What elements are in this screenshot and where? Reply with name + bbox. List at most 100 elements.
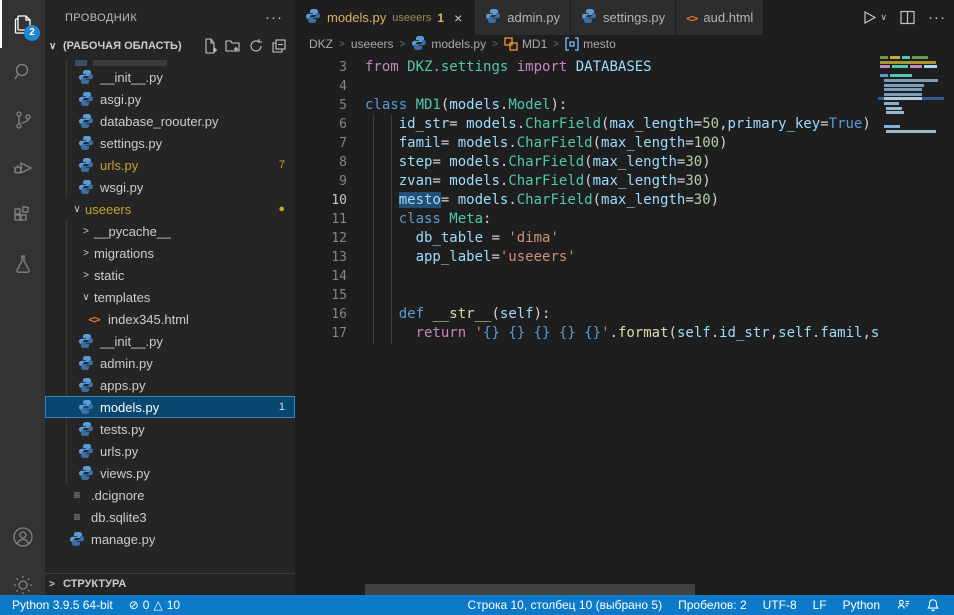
tree-item-manage.py[interactable]: manage.py bbox=[45, 528, 295, 550]
python-interpreter-status[interactable]: Python 3.9.5 64-bit bbox=[4, 595, 121, 615]
line-number[interactable]: 13 bbox=[295, 248, 347, 267]
extensions-icon[interactable] bbox=[0, 192, 45, 240]
new-folder-icon[interactable] bbox=[225, 38, 241, 54]
sidebar-more-icon[interactable]: ··· bbox=[265, 9, 283, 26]
line-number[interactable]: 14 bbox=[295, 267, 347, 286]
feedback-icon[interactable] bbox=[888, 595, 918, 615]
tree-item-tests.py[interactable]: tests.py bbox=[45, 418, 295, 440]
code-line-15[interactable]: 15 bbox=[295, 286, 878, 305]
tree-item-settings.py[interactable]: settings.py bbox=[45, 132, 295, 154]
run-python-file-button[interactable]: ∨ bbox=[861, 9, 887, 26]
code-line-16[interactable]: 16 def __str__(self): bbox=[295, 305, 878, 324]
code-line-13[interactable]: 13 app_label='useeers' bbox=[295, 248, 878, 267]
notifications-bell-icon[interactable] bbox=[918, 595, 948, 615]
minimap-line bbox=[878, 130, 944, 133]
language-mode-status[interactable]: Python bbox=[835, 595, 888, 615]
tree-item-admin.py[interactable]: admin.py bbox=[45, 352, 295, 374]
vscode-window: 2 ПРОВОДНИК ··· bbox=[0, 0, 954, 615]
breadcrumb-item-useeers[interactable]: useeers bbox=[351, 37, 394, 51]
line-number[interactable]: 9 bbox=[295, 172, 347, 191]
line-number[interactable]: 5 bbox=[295, 96, 347, 115]
tree-item-db.sqlite3[interactable]: ≡db.sqlite3 bbox=[45, 506, 295, 528]
tab-settings.py[interactable]: settings.py bbox=[571, 0, 676, 35]
breadcrumb-item-mesto[interactable]: mesto bbox=[565, 37, 616, 51]
code-line-5[interactable]: 5class MD1(models.Model): bbox=[295, 96, 878, 115]
tree-item-static[interactable]: >static bbox=[45, 264, 295, 286]
tree-item-.dcignore[interactable]: ≡.dcignore bbox=[45, 484, 295, 506]
run-and-debug-icon[interactable] bbox=[0, 144, 45, 192]
tree-item-urls.py[interactable]: urls.py bbox=[45, 440, 295, 462]
tree-item-asgi.py[interactable]: asgi.py bbox=[45, 88, 295, 110]
tab-admin.py[interactable]: admin.py bbox=[475, 0, 571, 35]
source-control-icon[interactable] bbox=[0, 96, 45, 144]
tree-item-useeers[interactable]: ∨useeers● bbox=[45, 198, 295, 220]
code-line-10[interactable]: 10 mesto= models.CharField(max_length=30… bbox=[295, 191, 878, 210]
testing-icon[interactable] bbox=[0, 240, 45, 288]
tab-aud.html[interactable]: <>aud.html bbox=[676, 0, 764, 35]
outline-section-header[interactable]: > СТРУКТУРА bbox=[45, 573, 295, 594]
search-icon[interactable] bbox=[0, 48, 45, 96]
line-number[interactable]: 15 bbox=[295, 286, 347, 305]
workspace-section-header[interactable]: ∨ (РАБОЧАЯ ОБЛАСТЬ) ... bbox=[45, 35, 295, 57]
refresh-icon[interactable] bbox=[248, 38, 264, 54]
minimap-line bbox=[878, 125, 944, 128]
code-line-9[interactable]: 9 zvan= models.CharField(max_length=30) bbox=[295, 172, 878, 191]
tree-item-wsgi.py[interactable]: wsgi.py bbox=[45, 176, 295, 198]
code-line-14[interactable]: 14 bbox=[295, 267, 878, 286]
tree-item-views.py[interactable]: views.py bbox=[45, 462, 295, 484]
minimap[interactable] bbox=[878, 53, 944, 153]
line-number[interactable]: 7 bbox=[295, 134, 347, 153]
line-number[interactable]: 16 bbox=[295, 305, 347, 324]
chevron-right-icon[interactable]: > bbox=[78, 270, 94, 281]
tree-item-__init__.py[interactable]: __init__.py bbox=[45, 330, 295, 352]
tree-item-templates[interactable]: ∨templates bbox=[45, 286, 295, 308]
tree-item-index345.html[interactable]: <>index345.html bbox=[45, 308, 295, 330]
tab-models.py[interactable]: models.pyuseeers1× bbox=[295, 0, 475, 35]
code-line-7[interactable]: 7 famil= models.CharField(max_length=100… bbox=[295, 134, 878, 153]
breadcrumb-item-MD1[interactable]: MD1 bbox=[504, 37, 547, 51]
horizontal-scrollbar[interactable] bbox=[365, 584, 695, 595]
code-line-6[interactable]: 6 id_str= models.CharField(max_length=50… bbox=[295, 115, 878, 134]
code-line-17[interactable]: 17 return '{} {} {} {} {}'.format(self.i… bbox=[295, 324, 878, 343]
editor-more-icon[interactable]: ··· bbox=[928, 9, 946, 26]
line-number[interactable]: 6 bbox=[295, 115, 347, 134]
indentation-status[interactable]: Пробелов: 2 bbox=[670, 595, 755, 615]
line-number[interactable]: 4 bbox=[295, 77, 347, 96]
tree-item-migrations[interactable]: >migrations bbox=[45, 242, 295, 264]
collapse-folders-icon[interactable] bbox=[271, 38, 287, 54]
line-number[interactable]: 12 bbox=[295, 229, 347, 248]
split-editor-icon[interactable] bbox=[899, 9, 916, 26]
tree-item-urls.py[interactable]: urls.py7 bbox=[45, 154, 295, 176]
chevron-down-icon[interactable]: ∨ bbox=[69, 204, 85, 215]
tree-item-__init__.py[interactable]: __init__.py bbox=[45, 66, 295, 88]
cursor-position-status[interactable]: Строка 10, столбец 10 (выбрано 5) bbox=[459, 595, 670, 615]
code-line-11[interactable]: 11 class Meta: bbox=[295, 210, 878, 229]
line-number[interactable]: 3 bbox=[295, 58, 347, 77]
explorer-icon[interactable]: 2 bbox=[0, 0, 45, 48]
code-line-4[interactable]: 4 bbox=[295, 77, 878, 96]
close-tab-icon[interactable]: × bbox=[452, 10, 464, 26]
line-number[interactable]: 8 bbox=[295, 153, 347, 172]
breadcrumb-item-DKZ[interactable]: DKZ bbox=[309, 37, 333, 51]
code-line-3[interactable]: 3from DKZ.settings import DATABASES bbox=[295, 58, 878, 77]
tree-item-__pycache__[interactable]: >__pycache__ bbox=[45, 220, 295, 242]
tree-item-apps.py[interactable]: apps.py bbox=[45, 374, 295, 396]
line-number[interactable]: 10 bbox=[295, 191, 347, 210]
chevron-right-icon[interactable]: > bbox=[78, 248, 94, 259]
line-number[interactable]: 11 bbox=[295, 210, 347, 229]
breadcrumb-item-models.py[interactable]: models.py bbox=[411, 35, 486, 54]
code-line-12[interactable]: 12 db_table = 'dima' bbox=[295, 229, 878, 248]
new-file-icon[interactable] bbox=[202, 38, 218, 54]
problems-status[interactable]: ⊘ 0 △ 10 bbox=[121, 595, 188, 615]
encoding-status[interactable]: UTF-8 bbox=[755, 595, 805, 615]
eol-status[interactable]: LF bbox=[805, 595, 835, 615]
tree-item-database_roouter.py[interactable]: database_roouter.py bbox=[45, 110, 295, 132]
chevron-down-icon[interactable]: ∨ bbox=[78, 292, 94, 303]
chevron-right-icon[interactable]: > bbox=[78, 226, 94, 237]
tree-item-models.py[interactable]: models.py1 bbox=[45, 396, 295, 418]
line-number[interactable]: 17 bbox=[295, 324, 347, 343]
code-line-8[interactable]: 8 step= models.CharField(max_length=30) bbox=[295, 153, 878, 172]
code-editor[interactable]: 3from DKZ.settings import DATABASES45cla… bbox=[295, 53, 954, 595]
accounts-icon[interactable] bbox=[0, 513, 45, 561]
run-dropdown-chevron-icon[interactable]: ∨ bbox=[880, 12, 887, 23]
